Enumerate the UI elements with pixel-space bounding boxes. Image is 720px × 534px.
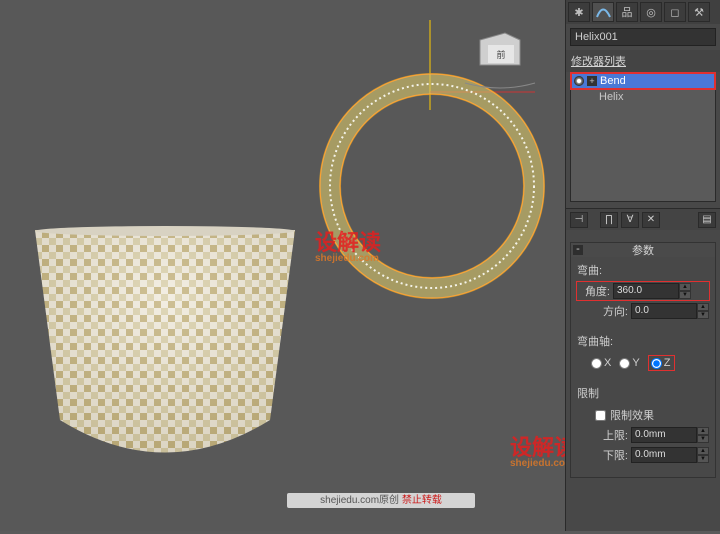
angle-label: 角度:	[578, 283, 610, 299]
limit-effect-label: 限制效果	[610, 407, 654, 423]
object-name-field[interactable]: Helix001	[570, 28, 716, 46]
lower-limit-row: 下限: 0.0mm ▲▼	[577, 447, 709, 463]
spinner-up[interactable]: ▲	[679, 283, 691, 291]
axis-group-label: 弯曲轴:	[577, 333, 709, 349]
upper-limit-row: 上限: 0.0mm ▲▼	[577, 427, 709, 443]
lightbulb-icon[interactable]	[574, 76, 584, 86]
command-panel: ✱ 品 ◎ ◻ ⚒ Helix001 修改器列表 + Bend Helix ⊣ …	[565, 0, 720, 531]
bend-axis-radios: X Y Z	[577, 355, 709, 371]
expand-icon[interactable]: +	[587, 76, 597, 86]
make-unique-button[interactable]: ∀	[621, 212, 639, 228]
limit-effect-checkbox[interactable]	[595, 410, 606, 421]
direction-spinner[interactable]: 0.0 ▲▼	[631, 303, 709, 319]
direction-row: 方向: 0.0 ▲▼	[577, 303, 709, 319]
direction-label: 方向:	[597, 303, 628, 319]
stack-toolbar: ⊣ ∏ ∀ ✕ ▤	[566, 208, 720, 230]
remove-modifier-button[interactable]: ✕	[642, 212, 660, 228]
spinner-up[interactable]: ▲	[697, 427, 709, 435]
spinner-down[interactable]: ▼	[697, 435, 709, 443]
viewcube-label: 前	[496, 49, 505, 60]
bend-group-label: 弯曲:	[577, 262, 709, 278]
utilities-tab[interactable]: ⚒	[688, 2, 710, 22]
viewport[interactable]: 前	[0, 0, 565, 531]
watermark: 设解读 shejiedu.com	[315, 225, 381, 264]
collapse-icon[interactable]: -	[573, 245, 583, 255]
spinner-down[interactable]: ▼	[679, 291, 691, 299]
upper-label: 上限:	[597, 427, 628, 443]
spinner-down[interactable]: ▼	[697, 455, 709, 463]
modifier-bend[interactable]: + Bend	[571, 73, 715, 89]
axis-y-radio[interactable]	[619, 358, 630, 369]
modifier-helix[interactable]: Helix	[571, 89, 715, 105]
upper-spinner[interactable]: 0.0mm ▲▼	[631, 427, 709, 443]
modify-tab[interactable]	[592, 2, 614, 22]
command-panel-tabs: ✱ 品 ◎ ◻ ⚒	[566, 0, 720, 24]
angle-spinner[interactable]: 360.0 ▲▼	[613, 283, 691, 299]
modifier-label: Bend	[600, 75, 626, 87]
parameters-rollup: - 参数 弯曲: 角度: 360.0 ▲▼ 方向: 0.0 ▲▼ 弯曲轴:	[570, 242, 716, 478]
axis-z-radio[interactable]	[651, 358, 662, 369]
configure-button[interactable]: ▤	[698, 212, 716, 228]
lower-spinner[interactable]: 0.0mm ▲▼	[631, 447, 709, 463]
modifier-stack[interactable]: + Bend Helix	[570, 72, 716, 202]
hierarchy-tab[interactable]: 品	[616, 2, 638, 22]
axis-x-radio[interactable]	[591, 358, 602, 369]
lower-label: 下限:	[597, 447, 628, 463]
modifier-list-dropdown[interactable]: 修改器列表	[566, 50, 720, 72]
pin-stack-button[interactable]: ⊣	[570, 212, 588, 228]
footer-credit: shejiedu.com原创 禁止转载	[287, 493, 475, 508]
modifier-label: Helix	[599, 91, 623, 103]
create-tab[interactable]: ✱	[568, 2, 590, 22]
display-tab[interactable]: ◻	[664, 2, 686, 22]
limit-group-label: 限制	[577, 385, 709, 401]
spinner-up[interactable]: ▲	[697, 447, 709, 455]
motion-tab[interactable]: ◎	[640, 2, 662, 22]
show-end-result-button[interactable]: ∏	[600, 212, 618, 228]
rollup-header[interactable]: - 参数	[571, 243, 715, 257]
spinner-down[interactable]: ▼	[697, 311, 709, 319]
spinner-up[interactable]: ▲	[697, 303, 709, 311]
angle-row: 角度: 360.0 ▲▼	[577, 282, 709, 300]
